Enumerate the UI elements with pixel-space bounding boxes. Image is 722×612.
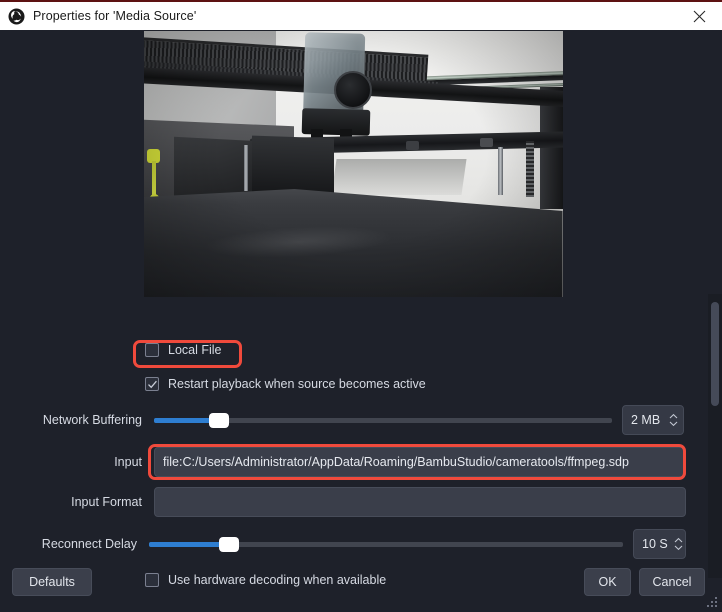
- chevron-down-icon: [674, 544, 683, 551]
- network-buffering-stepper[interactable]: [669, 413, 678, 427]
- network-buffering-label: Network Buffering: [10, 413, 142, 427]
- restart-playback-label: Restart playback when source becomes act…: [168, 377, 426, 391]
- defaults-button[interactable]: Defaults: [12, 568, 92, 596]
- chevron-down-icon: [669, 420, 678, 427]
- reconnect-delay-label: Reconnect Delay: [10, 537, 137, 551]
- title-bar: Properties for 'Media Source': [0, 2, 722, 30]
- reconnect-delay-stepper[interactable]: [674, 537, 683, 551]
- input-format-row: Input Format: [10, 487, 686, 517]
- hardware-decoding-label: Use hardware decoding when available: [168, 573, 386, 587]
- chevron-up-icon: [674, 537, 683, 544]
- restart-playback-row: Restart playback when source becomes act…: [145, 377, 426, 391]
- scrollbar-thumb[interactable]: [711, 302, 719, 406]
- resize-grip[interactable]: [707, 597, 718, 608]
- window-title: Properties for 'Media Source': [33, 9, 196, 23]
- chevron-up-icon: [669, 413, 678, 420]
- local-file-row: Local File: [145, 343, 222, 357]
- reconnect-delay-value: 10 S: [642, 537, 668, 551]
- input-format-field[interactable]: [154, 487, 686, 517]
- local-file-label: Local File: [168, 343, 222, 357]
- vertical-scrollbar[interactable]: [708, 294, 722, 578]
- reconnect-delay-slider[interactable]: [149, 536, 623, 552]
- ok-button[interactable]: OK: [584, 568, 631, 596]
- input-field[interactable]: file:C:/Users/Administrator/AppData/Roam…: [154, 447, 686, 477]
- network-buffering-spinbox[interactable]: 2 MB: [622, 405, 684, 435]
- network-buffering-slider[interactable]: [154, 412, 612, 428]
- media-source-video-preview: [144, 31, 563, 297]
- hardware-decoding-row: Use hardware decoding when available: [145, 573, 386, 587]
- reconnect-delay-slider-handle[interactable]: [219, 537, 239, 552]
- local-file-checkbox[interactable]: [145, 343, 159, 357]
- properties-dialog-window: Properties for 'Media Source': [0, 0, 722, 612]
- restart-playback-checkbox[interactable]: [145, 377, 159, 391]
- network-buffering-slider-handle[interactable]: [209, 413, 229, 428]
- cancel-button[interactable]: Cancel: [639, 568, 705, 596]
- input-label: Input: [10, 455, 142, 469]
- obs-logo-icon: [8, 8, 25, 25]
- reconnect-delay-spinbox[interactable]: 10 S: [633, 529, 686, 559]
- input-format-label: Input Format: [10, 495, 142, 509]
- input-row: Input file:C:/Users/Administrator/AppDat…: [10, 447, 686, 477]
- network-buffering-row: Network Buffering 2 MB: [10, 405, 686, 435]
- network-buffering-value: 2 MB: [631, 413, 660, 427]
- reconnect-delay-row: Reconnect Delay 10 S: [10, 529, 686, 559]
- hardware-decoding-checkbox[interactable]: [145, 573, 159, 587]
- close-icon[interactable]: [676, 2, 722, 30]
- dialog-content: Local File Restart playback when source …: [0, 30, 722, 612]
- preview-area: [0, 30, 706, 298]
